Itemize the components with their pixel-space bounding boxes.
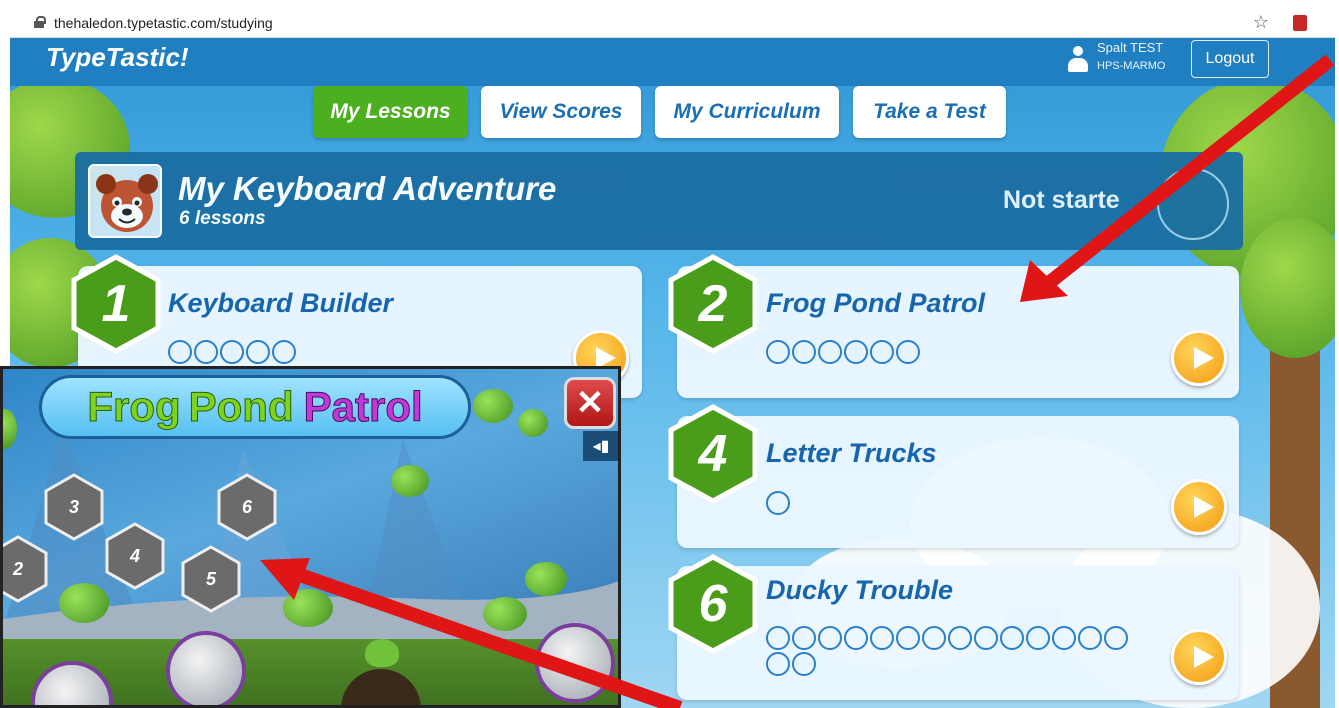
progress-dot (974, 626, 998, 650)
progress-dot (168, 340, 192, 364)
lesson-title[interactable]: Letter Trucks (766, 438, 937, 469)
play-button[interactable] (1171, 629, 1227, 685)
adventure-title: My Keyboard Adventure (178, 170, 557, 207)
red-arrow-pointer (260, 558, 683, 708)
angry-fuzzball-enemy (166, 631, 246, 705)
sound-toggle-icon[interactable]: ◂▮ (583, 431, 618, 461)
progress-dot (1000, 626, 1024, 650)
lily-pad (59, 583, 109, 623)
progress-dot (272, 340, 296, 364)
lesson-title[interactable]: Ducky Trouble (766, 575, 953, 606)
progress-dot (766, 652, 790, 676)
lesson-progress-dots (168, 340, 548, 364)
game-title-frog: Frog (87, 383, 181, 431)
lesson-progress-dots (766, 626, 1138, 676)
browser-address-bar[interactable]: thehaledon.typetastic.com/studying ☆ (10, 8, 1335, 38)
progress-dot (1026, 626, 1050, 650)
progress-dot (896, 626, 920, 650)
level-button-3[interactable]: 3 (43, 473, 105, 541)
level-button-4[interactable]: 4 (104, 522, 166, 590)
progress-dot (220, 340, 244, 364)
tab-take-a-test[interactable]: Take a Test (853, 86, 1006, 138)
red-panda-avatar (88, 164, 162, 238)
play-button[interactable] (1171, 479, 1227, 535)
lesson-number: 2 (698, 275, 728, 333)
progress-dot (844, 340, 868, 364)
level-button-2[interactable]: 2 (3, 535, 49, 603)
progress-dot (818, 626, 842, 650)
extension-icon[interactable] (1293, 15, 1307, 31)
lesson-progress-dots (766, 491, 1146, 515)
progress-dot (792, 340, 816, 364)
progress-dot (870, 626, 894, 650)
tab-view-scores[interactable]: View Scores (481, 86, 641, 138)
progress-dot (1078, 626, 1102, 650)
lesson-title[interactable]: Frog Pond Patrol (766, 288, 985, 319)
progress-dot (1052, 626, 1076, 650)
tab-my-curriculum[interactable]: My Curriculum (655, 86, 839, 138)
adventure-lesson-count: 6 lessons (179, 208, 266, 229)
close-button[interactable]: ✕ (564, 377, 616, 429)
lesson-title[interactable]: Keyboard Builder (168, 288, 393, 319)
progress-dot (922, 626, 946, 650)
progress-dot (766, 491, 790, 515)
progress-dot (844, 626, 868, 650)
progress-dot (246, 340, 270, 364)
level-button-6[interactable]: 6 (216, 473, 278, 541)
bookmark-star-icon[interactable]: ☆ (1253, 12, 1269, 33)
tab-my-lessons[interactable]: My Lessons (313, 86, 468, 138)
progress-dot (792, 652, 816, 676)
lesson-number: 1 (101, 275, 131, 333)
app-logo[interactable]: TypeTastic! (46, 42, 189, 73)
game-title-banner: Frog Pond Patrol (39, 375, 471, 439)
level-button-5[interactable]: 5 (180, 545, 242, 613)
lily-pad (391, 465, 429, 497)
lesson-card-4[interactable] (677, 416, 1239, 548)
game-title-pond: Pond (188, 383, 294, 431)
progress-dot (818, 340, 842, 364)
lesson-number: 4 (698, 425, 728, 483)
progress-dot (1104, 626, 1128, 650)
url-text[interactable]: thehaledon.typetastic.com/studying (54, 15, 273, 31)
lesson-progress-dots (766, 340, 1146, 364)
progress-dot (792, 626, 816, 650)
progress-dot (896, 340, 920, 364)
lily-pad (473, 389, 513, 423)
game-title-patrol: Patrol (303, 383, 423, 431)
progress-dot (766, 626, 790, 650)
progress-dot (870, 340, 894, 364)
lock-icon (34, 16, 46, 28)
lily-pad (518, 409, 548, 437)
red-arrow-pointer (1020, 54, 1335, 302)
progress-dot (766, 340, 790, 364)
progress-dot (194, 340, 218, 364)
play-button[interactable] (1171, 330, 1227, 386)
progress-dot (948, 626, 972, 650)
